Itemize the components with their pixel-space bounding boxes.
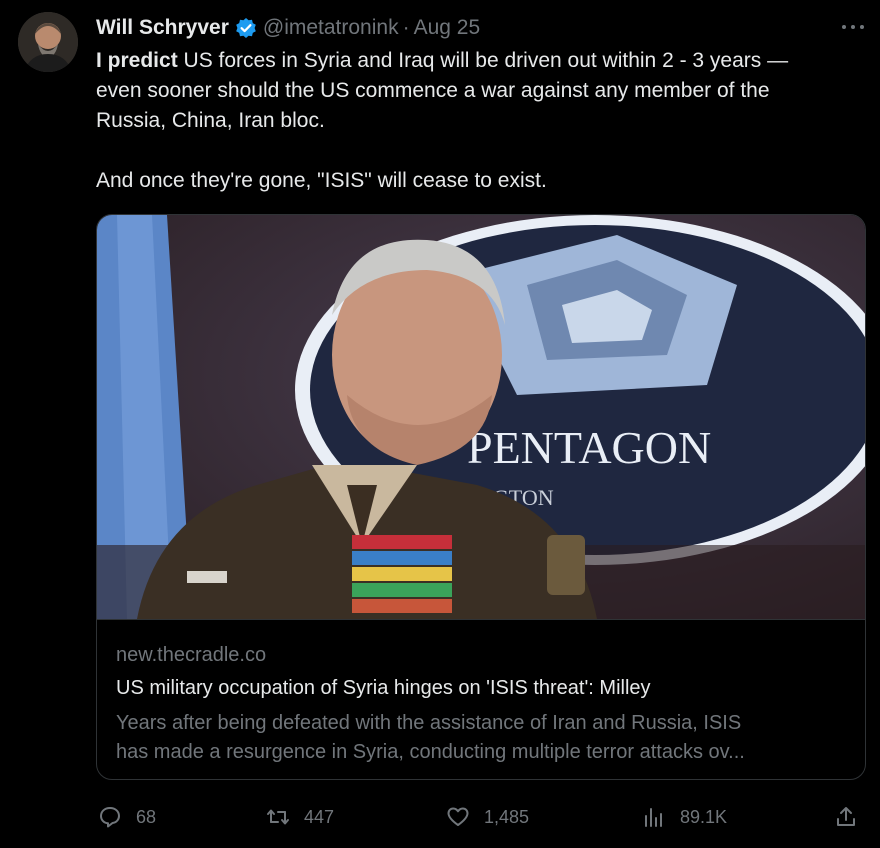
like-count: 1,485 xyxy=(484,806,530,827)
card-image[interactable]: PENTAGON NGTON xyxy=(97,215,866,619)
tweet-line-2: even sooner should the US commence a war… xyxy=(96,79,770,102)
reply-count: 68 xyxy=(136,806,157,827)
author-name[interactable]: Will Schryver xyxy=(96,16,229,40)
card-description: Years after being defeated with the assi… xyxy=(116,709,851,767)
verified-badge-icon xyxy=(235,17,257,39)
repost-count: 447 xyxy=(304,806,335,827)
like-icon xyxy=(447,807,469,826)
share-button[interactable] xyxy=(834,800,872,834)
seal-text: PENTAGON xyxy=(467,422,711,473)
link-card[interactable]: PENTAGON NGTON new.thecradle.co US milit… xyxy=(96,214,866,780)
avatar-image xyxy=(18,12,78,72)
tweet-lead-bold: I predict xyxy=(96,49,178,72)
views-icon xyxy=(645,808,662,827)
views-button[interactable]: 89.1K xyxy=(642,800,727,834)
reply-icon xyxy=(100,807,120,828)
more-icon[interactable] xyxy=(842,22,864,32)
reply-button[interactable]: 68 xyxy=(98,800,156,834)
card-desc-line-2: has made a resurgence in Syria, conducti… xyxy=(116,741,745,763)
card-title[interactable]: US military occupation of Syria hinges o… xyxy=(116,677,651,700)
card-domain[interactable]: new.thecradle.co xyxy=(116,644,266,667)
author-handle[interactable]: @imetatronink xyxy=(263,16,399,40)
avatar[interactable] xyxy=(18,12,78,72)
action-bar: 68 447 1,485 89.1K xyxy=(96,800,866,834)
tweet-line-4: And once they're gone, "ISIS" will cease… xyxy=(96,169,547,192)
tweet-date[interactable]: Aug 25 xyxy=(414,16,481,40)
separator: · xyxy=(402,16,410,39)
repost-icon xyxy=(267,809,289,825)
tweet-text: I predict US forces in Syria and Iraq wi… xyxy=(96,46,856,196)
tweet-header: Will Schryver @imetatronink · Aug 25 xyxy=(96,14,480,42)
like-button[interactable]: 1,485 xyxy=(446,800,529,834)
views-count: 89.1K xyxy=(680,806,728,827)
tweet-line-1: US forces in Syria and Iraq will be driv… xyxy=(177,49,789,72)
share-icon xyxy=(837,807,855,826)
tweet-line-3: Russia, China, Iran bloc. xyxy=(96,109,325,132)
card-desc-line-1: Years after being defeated with the assi… xyxy=(116,712,742,734)
repost-button[interactable]: 447 xyxy=(266,800,334,834)
card-meta[interactable]: new.thecradle.co US military occupation … xyxy=(97,619,865,779)
